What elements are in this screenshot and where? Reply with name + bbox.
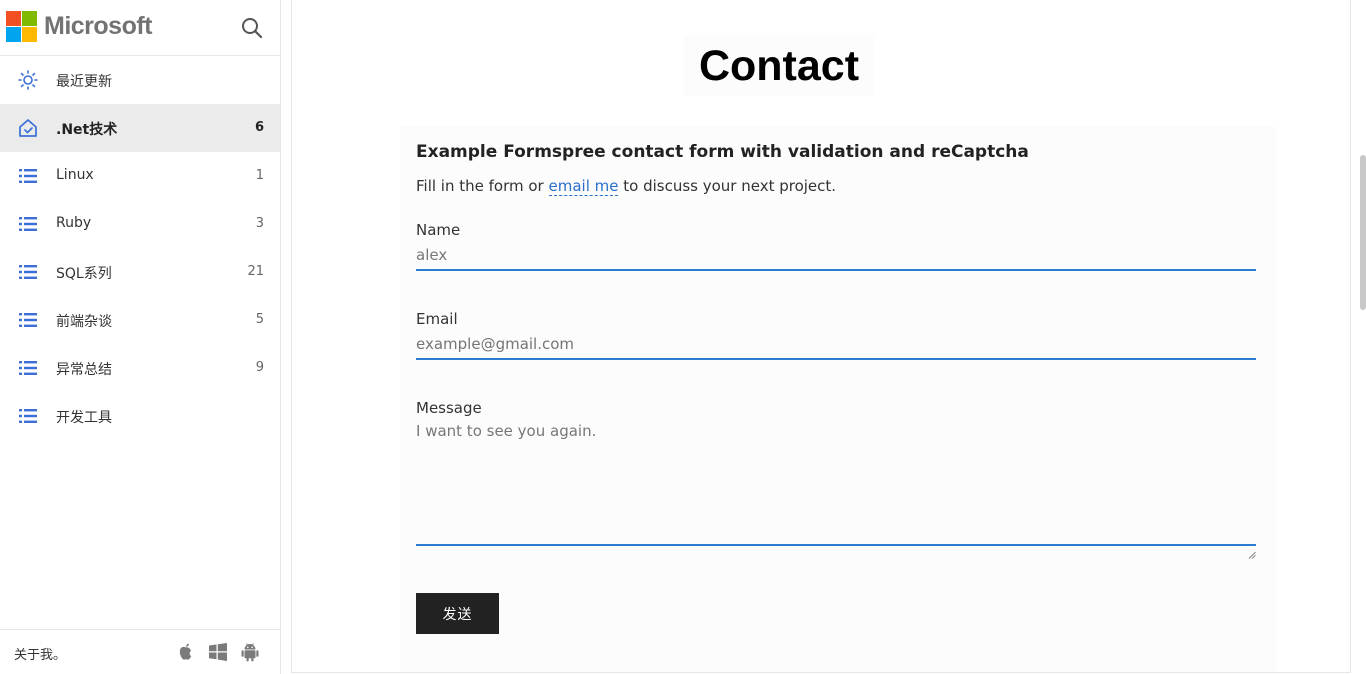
- nav-item-label: 开发工具: [56, 410, 112, 426]
- nav-item-ruby[interactable]: Ruby 3: [0, 200, 280, 248]
- list-icon: [18, 358, 38, 378]
- nav-item-count: 3: [255, 216, 264, 231]
- nav-item-linux[interactable]: Linux 1: [0, 152, 280, 200]
- email-label: Email: [416, 310, 458, 328]
- nav-item-frontend[interactable]: 前端杂谈 5: [0, 296, 280, 344]
- microsoft-logo[interactable]: [6, 11, 37, 42]
- name-field[interactable]: [416, 241, 1256, 271]
- nav-item-count: 1: [255, 168, 264, 183]
- nav-item-label: 最近更新: [56, 74, 112, 90]
- message-label: Message: [416, 399, 482, 417]
- sun-icon: [18, 70, 38, 90]
- resize-handle-icon[interactable]: [1248, 544, 1256, 559]
- home-icon: [18, 118, 38, 138]
- email-me-link[interactable]: email me: [548, 177, 619, 196]
- page-title: Contact: [684, 36, 874, 96]
- sidebar-footer: 关于我。: [0, 629, 280, 674]
- sidebar: Microsoft 最近更新 .Net技术 6 Linux 1 Ruby 3 S…: [0, 0, 281, 674]
- nav-item-count: 6: [254, 120, 264, 135]
- brand-header: Microsoft: [0, 0, 280, 56]
- nav-item-count: 21: [247, 264, 264, 279]
- search-icon[interactable]: [240, 16, 264, 40]
- brand-name[interactable]: Microsoft: [44, 12, 153, 41]
- list-icon: [18, 406, 38, 426]
- category-nav: 最近更新 .Net技术 6 Linux 1 Ruby 3 SQL系列 21 前端…: [0, 56, 280, 440]
- list-icon: [18, 166, 38, 186]
- apple-icon[interactable]: [175, 641, 197, 663]
- list-icon: [18, 214, 38, 234]
- nav-item-recent[interactable]: 最近更新: [0, 56, 280, 104]
- android-icon[interactable]: [239, 641, 261, 663]
- nav-item-label: Linux: [56, 167, 94, 183]
- name-label: Name: [416, 221, 461, 239]
- about-link[interactable]: 关于我。: [14, 644, 66, 663]
- form-description: Fill in the form or email me to discuss …: [416, 177, 837, 196]
- list-icon: [18, 262, 38, 282]
- nav-item-label: Ruby: [56, 215, 92, 231]
- form-title: Example Formspree contact form with vali…: [416, 142, 1029, 162]
- message-field[interactable]: I want to see you again.: [416, 422, 1256, 546]
- nav-item-exceptions[interactable]: 异常总结 9: [0, 344, 280, 392]
- contact-form: Example Formspree contact form with vali…: [400, 126, 1276, 672]
- nav-item-count: 9: [255, 360, 264, 375]
- nav-item-label: 前端杂谈: [56, 314, 112, 330]
- email-field[interactable]: [416, 330, 1256, 360]
- list-icon: [18, 310, 38, 330]
- form-desc-text: to discuss your next project.: [618, 177, 837, 195]
- nav-item-count: 5: [255, 312, 264, 327]
- nav-item-label: SQL系列: [56, 266, 112, 282]
- form-desc-text: Fill in the form or: [416, 177, 549, 195]
- nav-item-sql[interactable]: SQL系列 21: [0, 248, 280, 296]
- scrollbar-thumb[interactable]: [1360, 155, 1366, 310]
- nav-item-dotnet[interactable]: .Net技术 6: [0, 104, 280, 152]
- nav-item-label: 异常总结: [56, 362, 112, 378]
- nav-item-devtools[interactable]: 开发工具: [0, 392, 280, 440]
- send-button[interactable]: 发送: [416, 593, 499, 634]
- nav-item-label: .Net技术: [56, 122, 118, 138]
- main-content: Contact Example Formspree contact form w…: [291, 0, 1351, 673]
- windows-icon[interactable]: [207, 641, 229, 663]
